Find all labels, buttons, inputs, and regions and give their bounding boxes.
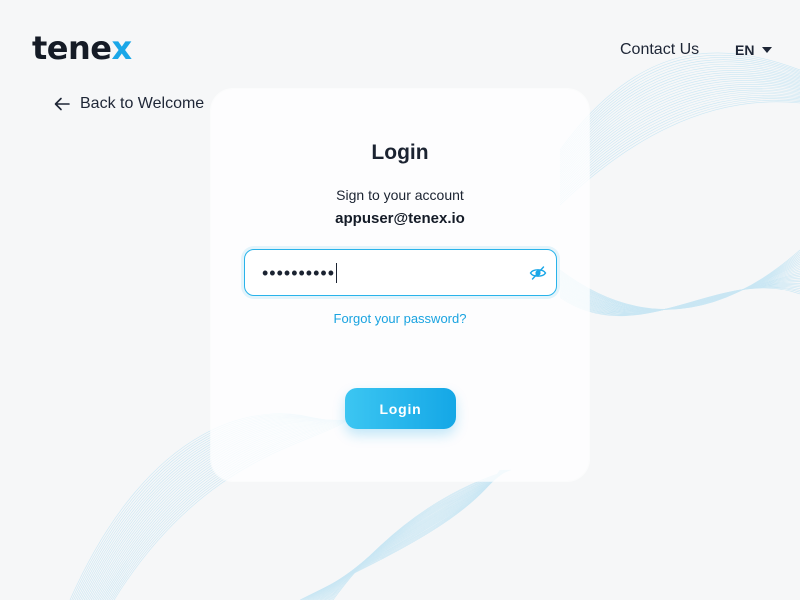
text-cursor — [336, 262, 338, 283]
login-subtitle: Sign to your account — [336, 187, 464, 203]
password-value: •••••••••• — [262, 262, 336, 283]
login-card: Login Sign to your account appuser@tenex… — [211, 89, 589, 481]
account-email: appuser@tenex.io — [335, 210, 465, 227]
eye-off-icon[interactable] — [529, 264, 547, 282]
language-selector[interactable]: EN — [735, 40, 773, 60]
top-bar: tenex Contact Us EN — [0, 0, 800, 100]
password-field[interactable]: •••••••••• — [244, 249, 557, 296]
forgot-password-link[interactable]: Forgot your password? — [211, 311, 589, 326]
back-label: Back to Welcome — [80, 95, 205, 112]
login-title: Login — [371, 141, 429, 164]
back-to-welcome-link[interactable]: Back to Welcome — [54, 94, 204, 114]
arrow-left-icon — [54, 97, 70, 111]
login-button[interactable]: Login — [345, 388, 456, 429]
tenex-logo[interactable]: tenex — [32, 28, 132, 68]
chevron-down-icon — [762, 47, 773, 53]
contact-us-link[interactable]: Contact Us — [620, 40, 699, 60]
language-label: EN — [735, 42, 755, 58]
